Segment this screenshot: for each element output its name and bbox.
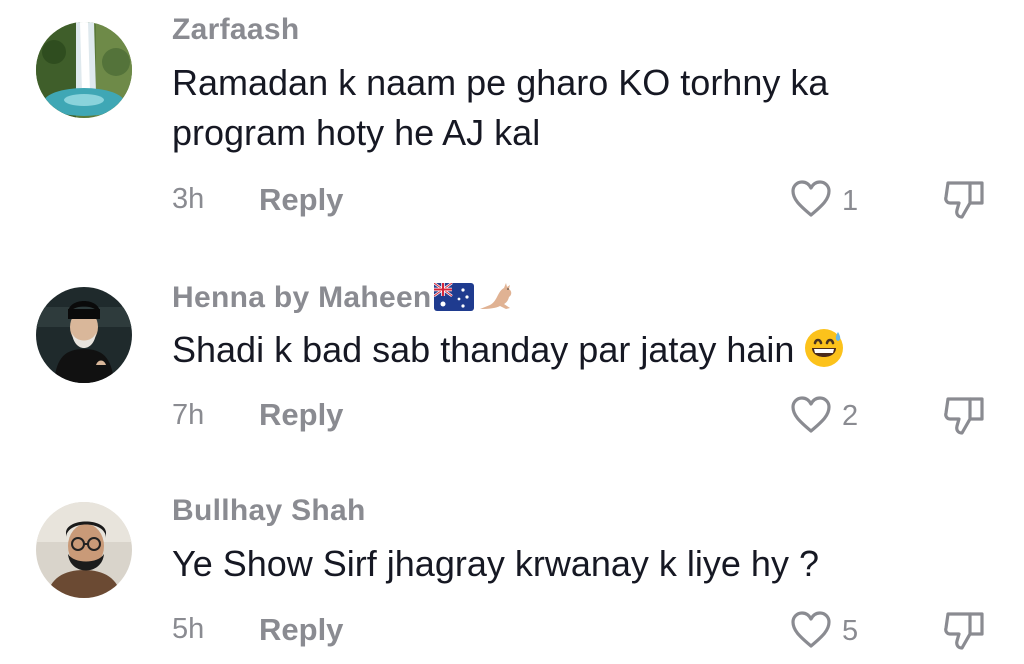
like-count: 5 [842,615,859,647]
heart-icon[interactable] [789,610,833,650]
thumbs-down-icon[interactable] [942,608,988,652]
comment-text: Ramadan k naam pe gharo KO torhny ka pro… [172,62,829,153]
comment-text: Ye Show Sirf jhagray krwanay k liye hy ? [172,543,819,584]
comment-username-text: Henna by Maheen [172,281,432,314]
avatar[interactable] [36,22,132,118]
avatar[interactable] [36,502,132,598]
kangaroo-icon [479,283,511,309]
australia-flag-icon [433,283,474,311]
heart-icon[interactable] [789,395,833,435]
comment-time: 5h [172,613,205,645]
reply-button[interactable]: Reply [259,397,343,433]
like-count: 2 [842,400,859,432]
avatar[interactable] [36,287,132,383]
comment-time: 7h [172,399,205,431]
comment-time: 3h [172,183,205,215]
comment-username[interactable]: Henna by Maheen [172,279,520,315]
reply-button[interactable]: Reply [259,612,343,648]
grinning-sweat-emoji-icon [805,329,844,367]
heart-icon[interactable] [789,179,833,219]
comment-username[interactable]: Zarfaash [172,13,299,47]
like-count: 1 [842,185,859,217]
comment-text-content: Shadi k bad sab thanday par jatay hain [172,329,795,370]
thumbs-down-icon[interactable] [942,393,988,437]
comment-text: Shadi k bad sab thanday par jatay hain [172,325,972,375]
comment-username[interactable]: Bullhay Shah [172,494,366,528]
reply-button[interactable]: Reply [259,182,343,218]
thumbs-down-icon[interactable] [942,177,988,221]
